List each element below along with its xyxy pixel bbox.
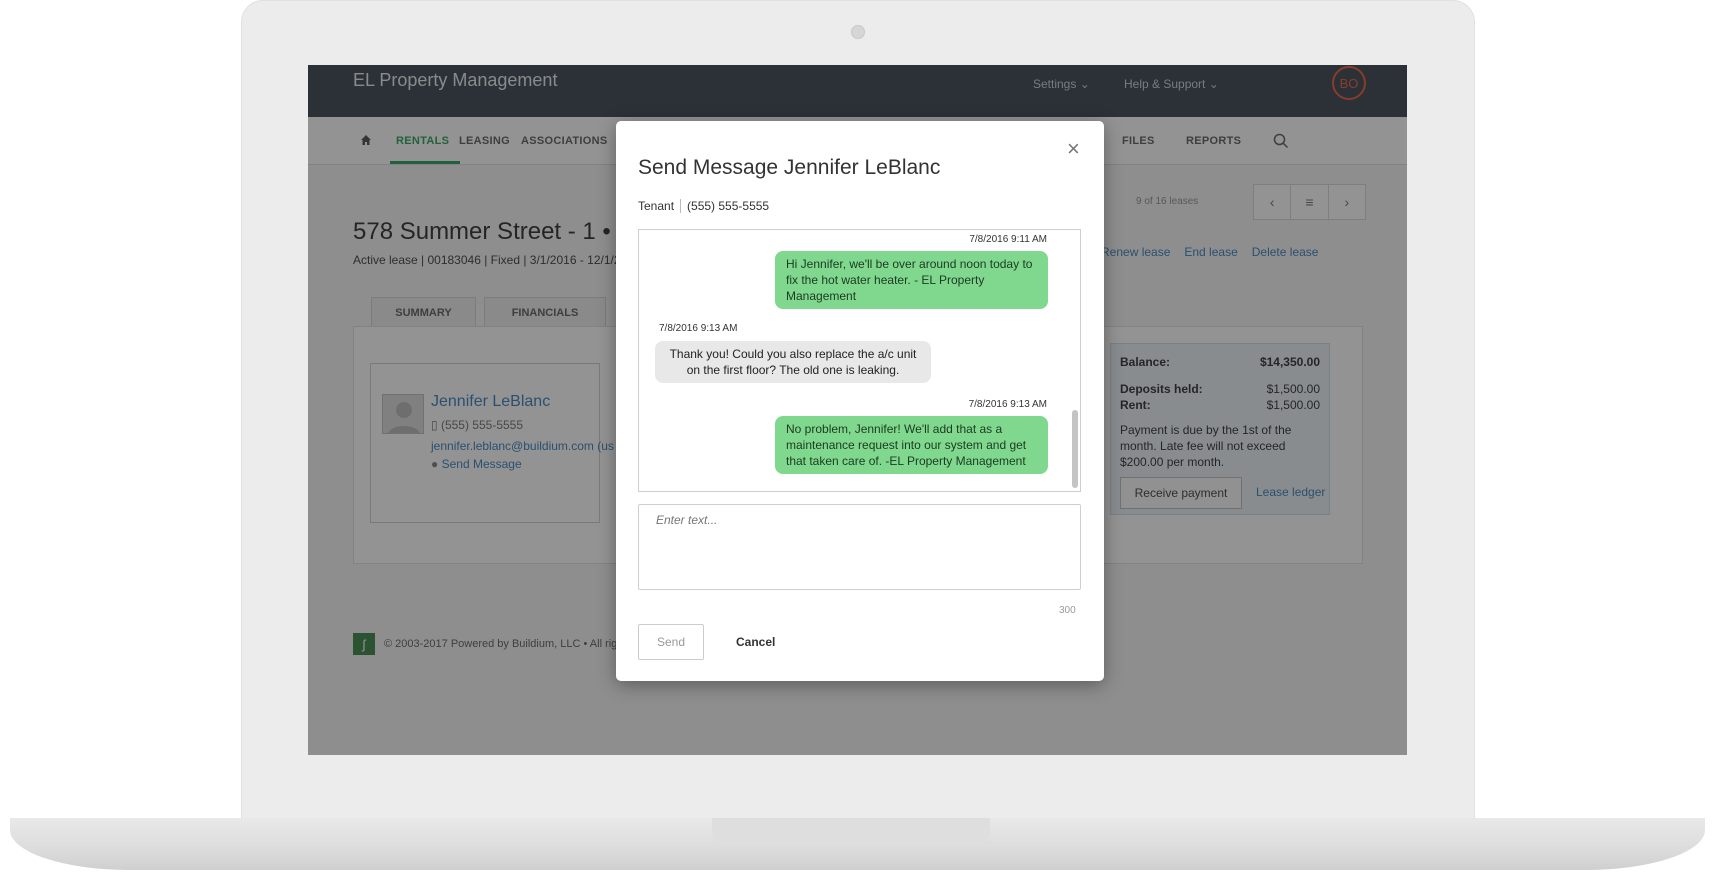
send-message-modal: × Send Message Jennifer LeBlanc Tenant (…	[616, 121, 1104, 681]
message-timestamp: 7/8/2016 9:13 AM	[968, 399, 1047, 410]
laptop-notch	[712, 818, 990, 842]
divider	[680, 199, 682, 213]
character-count: 300	[1059, 605, 1076, 616]
outgoing-message: No problem, Jennifer! We'll add that as …	[775, 416, 1048, 474]
recipient-role: Tenant	[638, 199, 675, 213]
scrollbar-thumb[interactable]	[1072, 410, 1078, 488]
send-button[interactable]: Send	[638, 624, 704, 660]
recipient-phone: (555) 555-5555	[687, 199, 770, 213]
message-timestamp: 7/8/2016 9:11 AM	[969, 234, 1047, 245]
camera-icon	[851, 25, 865, 39]
incoming-message: Thank you! Could you also replace the a/…	[655, 341, 931, 383]
message-input[interactable]	[638, 504, 1081, 590]
close-icon[interactable]: ×	[1067, 136, 1080, 162]
modal-title: Send Message Jennifer LeBlanc	[638, 156, 941, 179]
message-timestamp: 7/8/2016 9:13 AM	[659, 323, 738, 334]
message-thread[interactable]: 7/8/2016 9:11 AM Hi Jennifer, we'll be o…	[638, 229, 1081, 492]
outgoing-message: Hi Jennifer, we'll be over around noon t…	[775, 251, 1048, 309]
recipient-info: Tenant (555) 555-5555	[638, 199, 769, 213]
cancel-button[interactable]: Cancel	[736, 635, 775, 649]
